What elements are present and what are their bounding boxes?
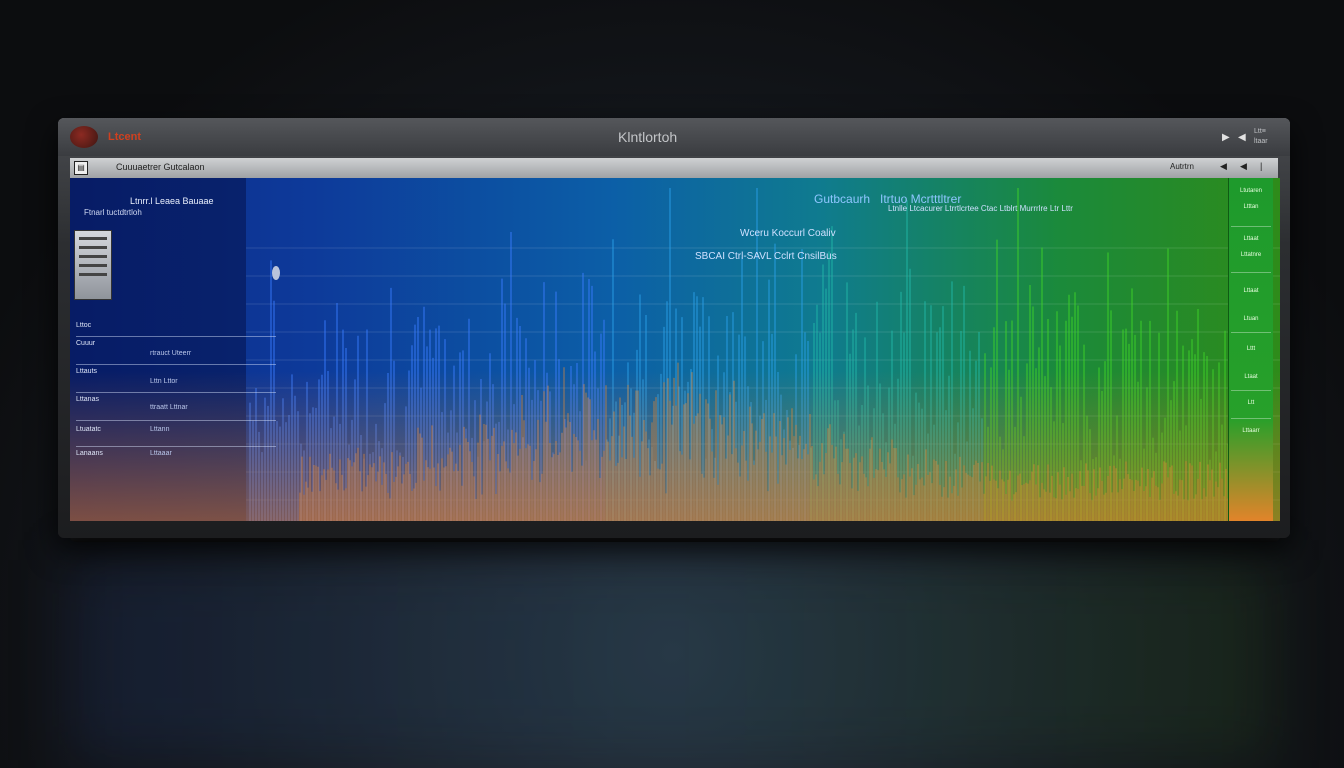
row-divider (76, 446, 276, 447)
left-row-label: Lttoc (76, 322, 92, 329)
left-row-value: rtrauct Uteerr (150, 350, 192, 357)
window-titlebar: Ltcent Klntlortoh ▶ ◀ Ltt≡ ltaar (58, 118, 1290, 156)
left-row-label: Cuuur (76, 340, 96, 347)
window-meta-line2: ltaar (1254, 138, 1268, 145)
row-divider (76, 364, 276, 365)
row-divider (76, 420, 276, 421)
window-meta-line1: Ltt≡ (1254, 128, 1266, 135)
waveform-plot (246, 188, 1280, 521)
monitor-frame: Ltcent Klntlortoh ▶ ◀ Ltt≡ ltaar ▤ Cuuua… (58, 118, 1290, 538)
app-logo-text: Ltcent (108, 131, 141, 143)
app-logo-icon (70, 126, 98, 148)
sidebar-item[interactable]: Lttt (1233, 346, 1269, 352)
left-row-value: Lttann (150, 426, 170, 433)
sidebar-item[interactable]: Lttaat (1233, 288, 1269, 294)
toolbar: ▤ Cuuuaetrer Gutcalaon Autrtrn ◀ ◀ | (70, 158, 1278, 178)
menu-divider-icon[interactable]: | (1260, 161, 1262, 171)
left-row-label: Ltuatatc (76, 426, 101, 433)
sidebar-divider (1231, 390, 1271, 391)
playhead-marker[interactable] (272, 266, 280, 280)
play-icon[interactable]: ▶ (1222, 132, 1230, 143)
left-row-value: Lttn Lttor (150, 378, 178, 385)
sidebar-item[interactable]: Ltuan (1233, 316, 1269, 322)
floor-reflection (70, 560, 1270, 760)
window-title: Klntlortoh (618, 129, 678, 145)
sidebar-item[interactable]: Lttaarr (1233, 428, 1269, 434)
window-meta: Ltt≡ ltaar (1254, 127, 1268, 147)
forward-arrow-icon[interactable]: ◀ (1220, 161, 1227, 172)
left-row-label: Lanaans (76, 450, 103, 457)
center-info-line: Ltnlle Ltcacurer Ltrrtlcrtee Ctac Ltblrt… (888, 204, 1073, 213)
center-label-2: SBCAI Ctrl-SAVL Cclrt CnsilBus (695, 251, 837, 262)
left-row-value: Lttaaar (150, 450, 172, 457)
spectrum-display: Ltnrr.l Leaea Bauaae Ftnarl tuctdtrtloh … (70, 178, 1280, 521)
left-row-value: ttraatt Lttnar (150, 404, 188, 411)
sidebar-item[interactable]: Ltaat (1233, 374, 1269, 380)
left-row-label: Lttauts (76, 368, 98, 375)
left-row-label: Lttanas (76, 396, 99, 403)
back-icon[interactable]: ◀ (1238, 132, 1246, 143)
left-panel-subheading: Ftnarl tuctdtrtloh (84, 208, 142, 217)
back-arrow-icon[interactable]: ◀ (1240, 161, 1247, 172)
sidebar-item[interactable]: Lttatnre (1233, 252, 1269, 258)
sidebar-divider (1231, 332, 1271, 333)
document-thumbnail-icon[interactable] (74, 230, 112, 300)
sidebar-divider (1231, 226, 1271, 227)
center-heading: Gutbcaurh (814, 192, 871, 206)
row-divider (76, 336, 276, 337)
document-icon[interactable]: ▤ (74, 161, 88, 175)
center-label-1: Wceru Koccurl Coaliv (740, 228, 836, 239)
sidebar-divider (1231, 272, 1271, 273)
sidebar-item[interactable]: Ltutaren (1233, 188, 1269, 194)
sidebar-item[interactable]: Ltt (1233, 400, 1269, 406)
row-divider (76, 392, 276, 393)
right-sidebar: Ltutaren Ltttan Lttaat Lttatnre Lttaat L… (1228, 178, 1273, 521)
toolbar-action-label[interactable]: Autrtrn (1170, 162, 1194, 171)
sidebar-divider (1231, 418, 1271, 419)
toolbar-label: Cuuuaetrer Gutcalaon (116, 162, 205, 172)
sidebar-item[interactable]: Lttaat (1233, 236, 1269, 242)
left-panel-heading: Ltnrr.l Leaea Bauaae (130, 196, 214, 206)
sidebar-item[interactable]: Ltttan (1233, 204, 1269, 210)
